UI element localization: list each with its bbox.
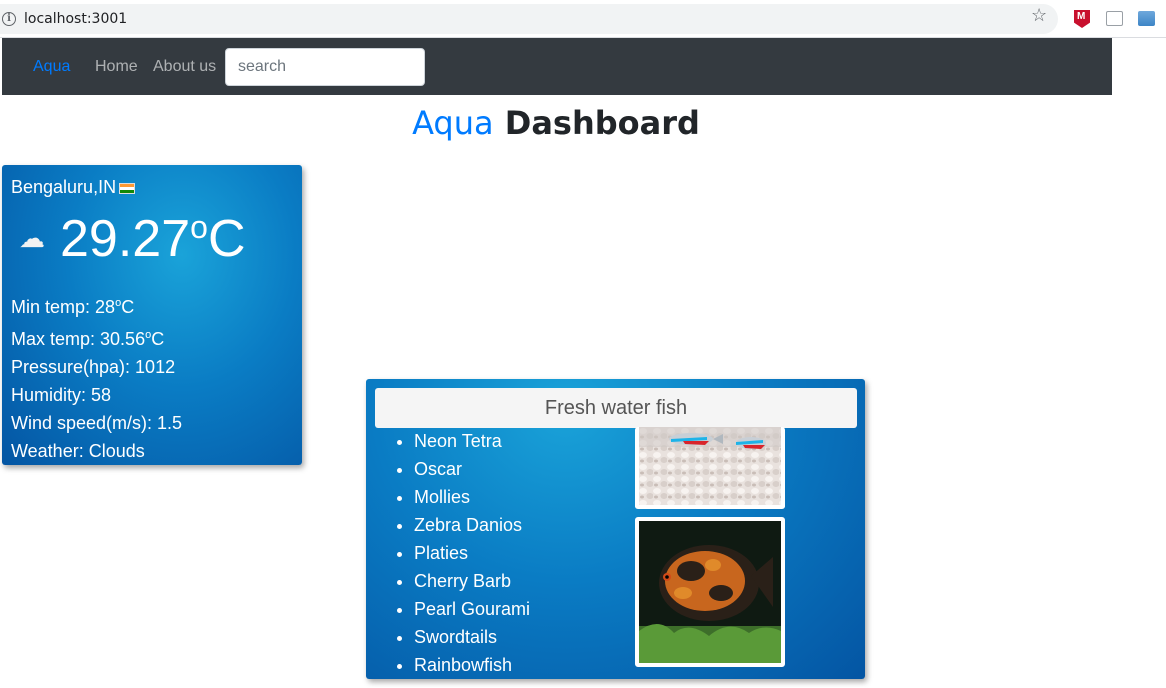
temperature-degree: o bbox=[190, 209, 208, 245]
browser-toolbar: i localhost:3001 ☆ bbox=[0, 0, 1166, 38]
weather-max-temp: Max temp: 30.56oC bbox=[11, 321, 182, 353]
weather-temperature: 29.27oC bbox=[60, 209, 246, 269]
oscar-fish-illustration bbox=[639, 521, 781, 663]
nav-link-about-us[interactable]: About us bbox=[153, 58, 216, 76]
min-temp-value: 28 bbox=[95, 297, 116, 317]
temperature-value: 29.27 bbox=[60, 210, 191, 268]
bookmark-star-icon[interactable]: ☆ bbox=[1031, 5, 1047, 26]
india-flag-icon bbox=[119, 182, 136, 194]
neon-tetra-image bbox=[635, 427, 785, 509]
min-temp-unit: C bbox=[121, 297, 135, 317]
weather-card: Bengaluru,IN ☁ 29.27oC Min temp: 28oC Ma… bbox=[2, 165, 302, 465]
weather-humidity: Humidity: 58 bbox=[11, 385, 112, 405]
search-input[interactable] bbox=[225, 48, 425, 86]
fish-card: Fresh water fish Neon Tetra Oscar Mollie… bbox=[366, 379, 865, 679]
fish-card-title: Fresh water fish bbox=[375, 388, 857, 428]
weather-city-name: Bengaluru,IN bbox=[11, 177, 117, 197]
list-item: Rainbowfish bbox=[414, 651, 530, 679]
navbar: Aqua Home About us bbox=[2, 38, 1112, 95]
address-bar[interactable]: i localhost:3001 bbox=[0, 4, 1058, 34]
max-temp-label: Max temp: bbox=[11, 329, 101, 349]
cart-extension-icon[interactable] bbox=[1106, 11, 1123, 26]
info-icon[interactable]: i bbox=[2, 12, 16, 26]
weather-pressure: Pressure(hpa): 1012 bbox=[11, 357, 176, 377]
weather-min-temp: Min temp: 28oC bbox=[11, 289, 182, 321]
list-item: Oscar bbox=[414, 455, 530, 483]
temperature-unit: C bbox=[207, 210, 246, 268]
list-item: Neon Tetra bbox=[414, 427, 530, 455]
max-temp-value: 30.56 bbox=[100, 329, 146, 349]
fish-list: Neon Tetra Oscar Mollies Zebra Danios Pl… bbox=[394, 427, 530, 679]
page-title-accent: Aqua bbox=[412, 104, 494, 142]
image-extension-icon[interactable] bbox=[1138, 11, 1155, 26]
list-item: Zebra Danios bbox=[414, 511, 530, 539]
list-item: Cherry Barb bbox=[414, 567, 530, 595]
weather-condition: Weather: Clouds bbox=[11, 441, 145, 461]
oscar-fish-image bbox=[635, 517, 785, 667]
list-item: Pearl Gourami bbox=[414, 595, 530, 623]
neon-tetra-illustration bbox=[639, 427, 781, 505]
list-item: Swordtails bbox=[414, 623, 530, 651]
list-item: Mollies bbox=[414, 483, 530, 511]
navbar-brand[interactable]: Aqua bbox=[33, 58, 70, 76]
url-text[interactable]: localhost:3001 bbox=[24, 11, 127, 27]
page-title-rest: Dashboard bbox=[504, 104, 700, 142]
page-title: Aqua Dashboard bbox=[0, 104, 1112, 142]
weather-city: Bengaluru,IN bbox=[11, 177, 136, 198]
mcafee-extension-icon[interactable] bbox=[1074, 10, 1090, 28]
cloud-icon: ☁ bbox=[19, 223, 45, 253]
min-temp-label: Min temp: bbox=[11, 297, 96, 317]
list-item: Platies bbox=[414, 539, 530, 567]
max-temp-unit: C bbox=[151, 329, 165, 349]
weather-details: Min temp: 28oC Max temp: 30.56oC Pressur… bbox=[11, 289, 182, 465]
weather-wind-speed: Wind speed(m/s): 1.5 bbox=[11, 413, 183, 433]
nav-link-home[interactable]: Home bbox=[95, 58, 138, 76]
